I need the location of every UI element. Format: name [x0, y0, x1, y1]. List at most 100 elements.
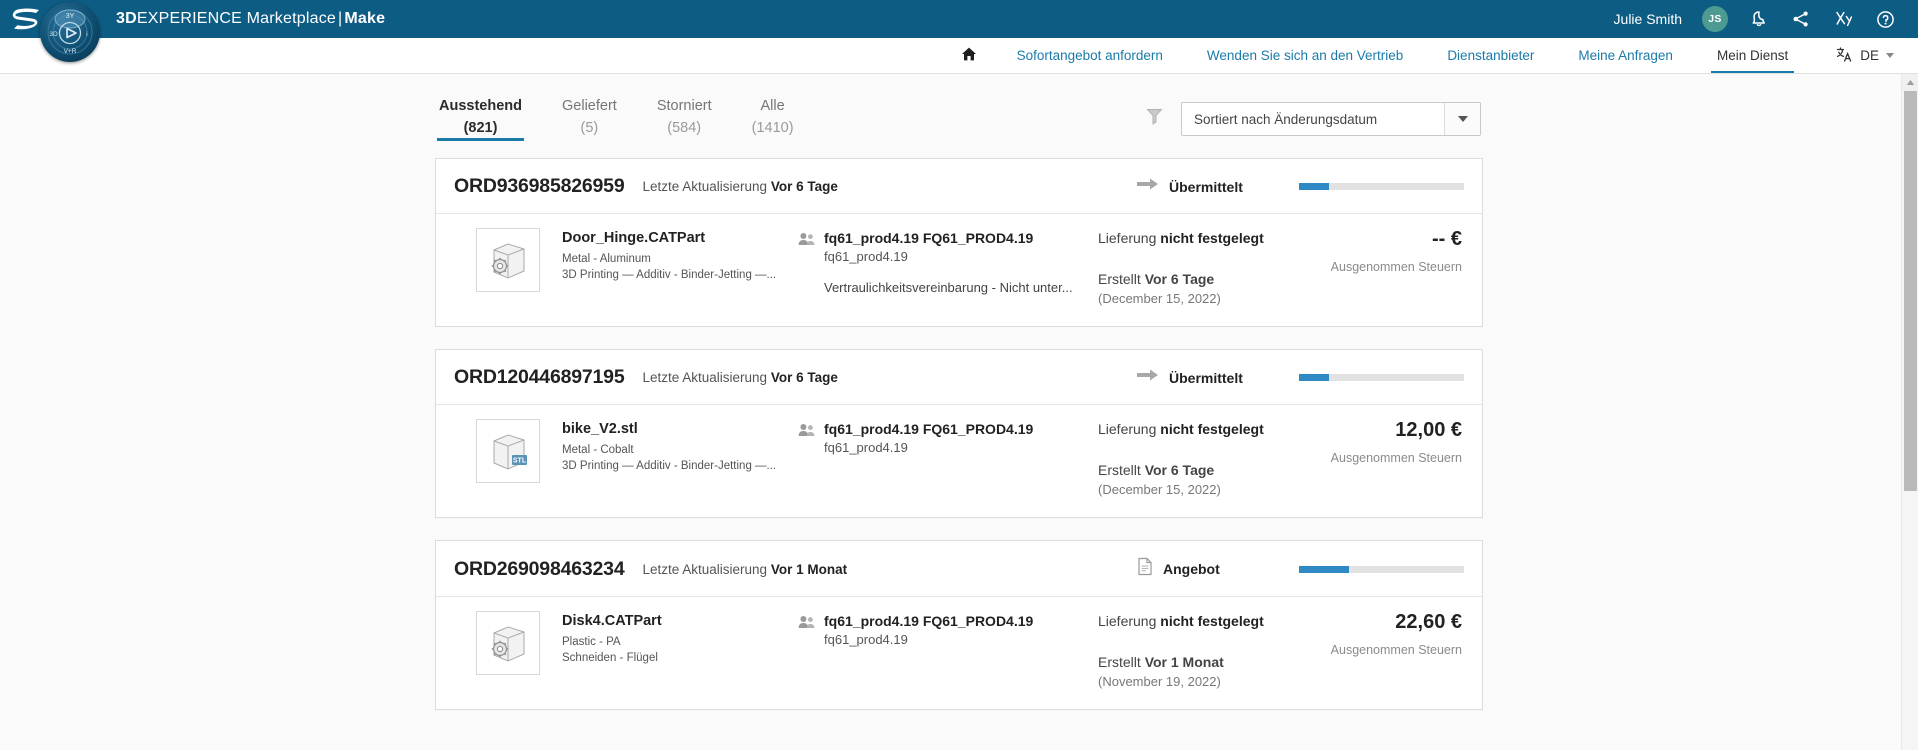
notification-bell-icon[interactable]	[1748, 8, 1770, 30]
order-price: 22,60 €	[1395, 611, 1462, 633]
updated-value: Vor 6 Tage	[770, 179, 838, 194]
customers-icon	[798, 232, 815, 295]
order-card-header: ORD120446897195 Letzte Aktualisierung Vo…	[436, 350, 1482, 405]
svg-text:3D: 3D	[49, 31, 58, 38]
created-value: Vor 6 Tage	[1144, 462, 1215, 478]
quote-document-icon	[1137, 557, 1153, 581]
share-icon[interactable]	[1790, 8, 1812, 30]
sort-select[interactable]	[1181, 102, 1481, 136]
nav-item-meine-anfragen[interactable]: Meine Anfragen	[1556, 38, 1695, 73]
filter-funnel-icon[interactable]	[1146, 107, 1163, 131]
tab-count: (5)	[580, 120, 599, 136]
compass-icon[interactable]: 3Y 3D i V+R	[40, 2, 100, 62]
created-value: Vor 1 Monat	[1144, 654, 1224, 670]
nav-label: Sofortangebot anfordern	[1016, 48, 1163, 63]
order-id[interactable]: ORD120446897195	[454, 366, 625, 389]
product-name[interactable]: bike_V2.stl	[562, 421, 798, 437]
customer-info: fq61_prod4.19 FQ61_PROD4.19 fq61_prod4.1…	[798, 228, 1098, 295]
customer-name: fq61_prod4.19 FQ61_PROD4.19	[824, 230, 1034, 246]
product-material: Plastic - PA	[562, 636, 621, 648]
nav-item-vertrieb[interactable]: Wenden Sie sich an den Vertrieb	[1185, 38, 1425, 73]
created-date: (December 15, 2022)	[1098, 482, 1221, 497]
sort-input[interactable]	[1182, 103, 1444, 135]
list-controls	[1146, 94, 1481, 136]
avatar[interactable]: JS	[1702, 6, 1728, 32]
customers-icon	[798, 615, 815, 663]
app-title: 3DEXPERIENCE Marketplace | Make	[116, 10, 385, 28]
brand-make: Make	[344, 10, 386, 27]
product-thumbnail[interactable]	[476, 611, 540, 675]
price-tax-note: Ausgenommen Steuern	[1330, 260, 1462, 274]
status-label: Übermittelt	[1169, 178, 1243, 195]
product-thumbnail[interactable]: STL	[476, 419, 540, 483]
product-process: 3D Printing — Additiv - Binder-Jetting —…	[562, 269, 777, 281]
sort-dropdown-button[interactable]	[1444, 103, 1480, 135]
order-card-header: ORD936985826959 Letzte Aktualisierung Vo…	[436, 159, 1482, 214]
product-info: bike_V2.stl Metal - Cobalt 3D Printing —…	[540, 419, 798, 472]
svg-text:3Y: 3Y	[66, 13, 75, 20]
tab-label: Alle	[760, 98, 785, 114]
stl-badge: STL	[512, 455, 527, 465]
price-info: -- € Ausgenommen Steuern	[1328, 228, 1464, 274]
status-tabs: Ausstehend (821) Geliefert (5) Storniert…	[437, 94, 832, 141]
nav-label: Meine Anfragen	[1578, 48, 1673, 63]
created-value: Vor 6 Tage	[1144, 271, 1215, 287]
updated-prefix: Letzte Aktualisierung	[642, 179, 768, 194]
customer-account: fq61_prod4.19	[824, 249, 908, 264]
tab-label: Storniert	[656, 98, 712, 114]
customer-account: fq61_prod4.19	[824, 632, 908, 647]
delivery-line: Lieferung nicht festgelegt	[1098, 421, 1328, 437]
scrollbar-thumb[interactable]	[1904, 91, 1917, 491]
nav-home[interactable]	[943, 38, 995, 73]
delivery-prefix: Lieferung	[1098, 230, 1157, 246]
nav-items: Sofortangebot anfordern Wenden Sie sich …	[943, 38, 1811, 73]
updated-value: Vor 1 Monat	[770, 561, 848, 577]
user-name[interactable]: Julie Smith	[1614, 11, 1682, 27]
status-badge: Übermittelt	[1137, 368, 1287, 387]
arrow-right-icon	[1137, 177, 1159, 196]
delivery-value: nicht festgelegt	[1160, 613, 1264, 629]
product-info: Disk4.CATPart Plastic - PA Schneiden - F…	[540, 611, 798, 664]
created-prefix: Erstellt	[1098, 271, 1141, 287]
language-selector[interactable]: DE	[1810, 38, 1904, 73]
product-material: Metal - Aluminum	[562, 253, 651, 265]
order-card[interactable]: ORD936985826959 Letzte Aktualisierung Vo…	[435, 158, 1483, 327]
order-id[interactable]: ORD936985826959	[454, 175, 625, 198]
main-navigation: Sofortangebot anfordern Wenden Sie sich …	[0, 38, 1918, 74]
scroll-up-icon[interactable]	[1902, 74, 1918, 91]
created-line: Erstellt Vor 6 Tage	[1098, 271, 1328, 287]
collaboration-icon[interactable]	[1832, 8, 1854, 30]
delivery-prefix: Lieferung	[1098, 421, 1157, 437]
order-card[interactable]: ORD269098463234 Letzte Aktualisierung Vo…	[435, 540, 1483, 710]
nav-item-mein-dienst[interactable]: Mein Dienst	[1695, 38, 1810, 73]
progress-bar	[1299, 565, 1464, 573]
tab-ausstehend[interactable]: Ausstehend (821)	[437, 94, 538, 141]
price-tax-note: Ausgenommen Steuern	[1330, 451, 1462, 465]
order-card-header: ORD269098463234 Letzte Aktualisierung Vo…	[436, 541, 1482, 597]
customer-info: fq61_prod4.19 FQ61_PROD4.19 fq61_prod4.1…	[798, 611, 1098, 663]
order-updated: Letzte Aktualisierung Vor 1 Monat	[642, 562, 847, 577]
order-id[interactable]: ORD269098463234	[454, 558, 625, 581]
product-material: Metal - Cobalt	[562, 444, 634, 456]
order-card[interactable]: ORD120446897195 Letzte Aktualisierung Vo…	[435, 349, 1483, 518]
vertical-scrollbar[interactable]	[1901, 74, 1918, 750]
chevron-down-icon	[1886, 53, 1894, 58]
created-date: (December 15, 2022)	[1098, 291, 1221, 306]
tab-storniert[interactable]: Storniert (584)	[655, 94, 728, 136]
tab-geliefert[interactable]: Geliefert (5)	[560, 94, 633, 136]
tab-count: (584)	[667, 120, 702, 136]
product-name[interactable]: Disk4.CATPart	[562, 613, 798, 629]
tab-alle[interactable]: Alle (1410)	[750, 94, 810, 136]
product-name[interactable]: Door_Hinge.CATPart	[562, 230, 798, 246]
delivery-line: Lieferung nicht festgelegt	[1098, 230, 1328, 246]
help-icon[interactable]	[1874, 8, 1896, 30]
order-updated: Letzte Aktualisierung Vor 6 Tage	[642, 370, 837, 385]
product-thumbnail[interactable]	[476, 228, 540, 292]
price-tax-note: Ausgenommen Steuern	[1330, 643, 1462, 657]
home-icon	[961, 46, 977, 65]
nav-item-sofortangebot[interactable]: Sofortangebot anfordern	[995, 38, 1185, 73]
order-status-area: Übermittelt	[1137, 368, 1464, 387]
status-badge: Übermittelt	[1137, 177, 1287, 196]
nav-item-dienstanbieter[interactable]: Dienstanbieter	[1425, 38, 1556, 73]
arrow-right-icon	[1137, 368, 1159, 387]
